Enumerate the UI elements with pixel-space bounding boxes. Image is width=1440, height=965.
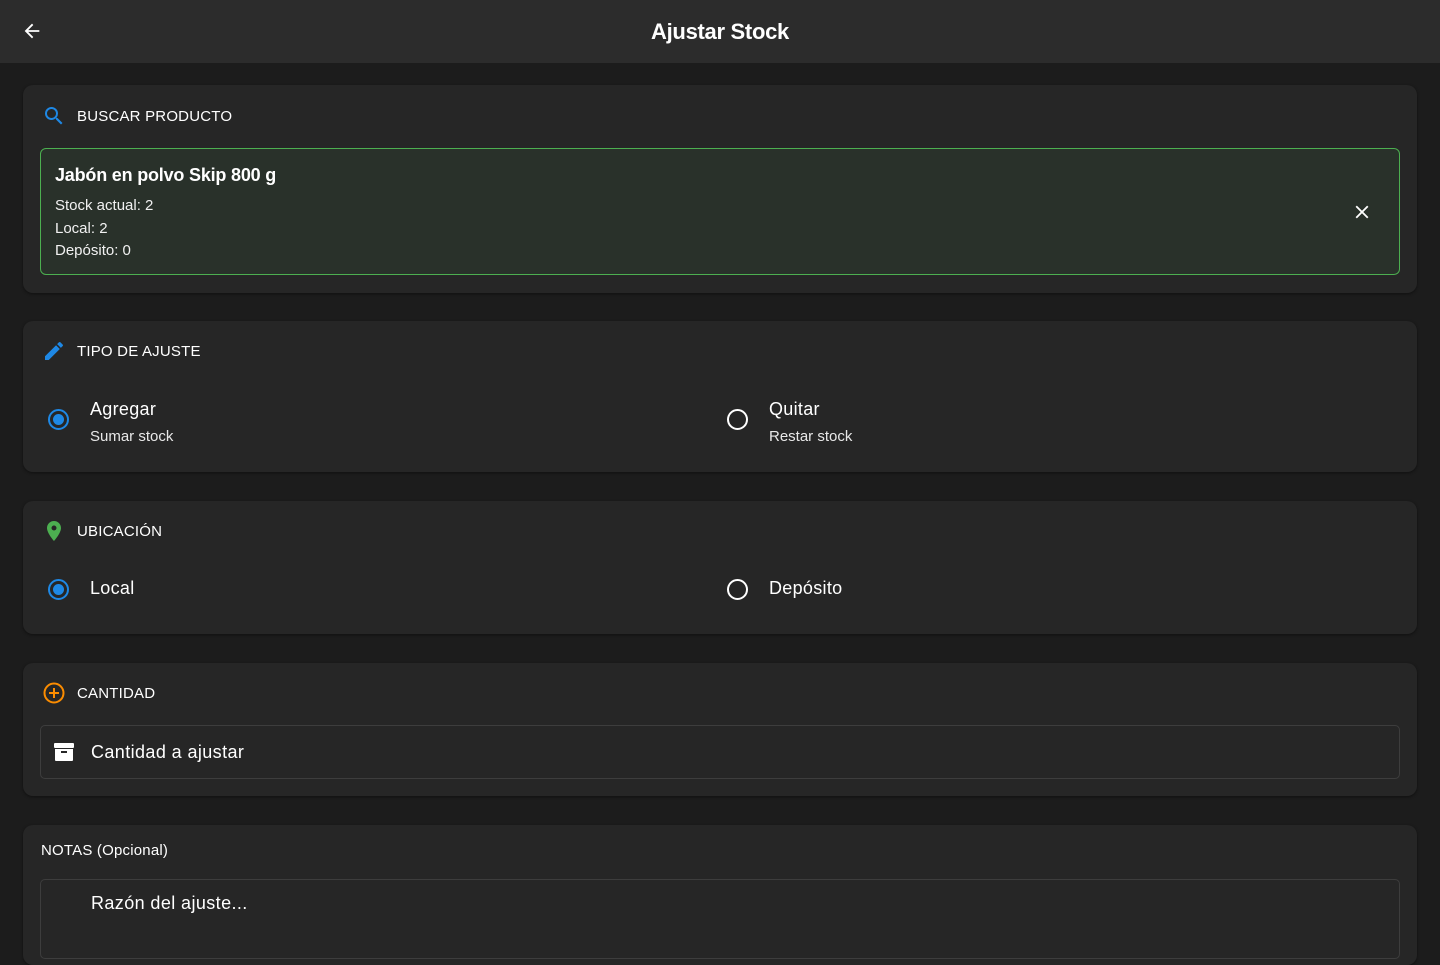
radio-deposito-label: Depósito — [769, 578, 843, 598]
search-icon — [41, 103, 67, 129]
search-section-title: BUSCAR PRODUCTO — [77, 107, 233, 125]
quantity-header: CANTIDAD — [41, 680, 155, 706]
back-button[interactable] — [16, 15, 48, 47]
radio-agregar-indicator[interactable] — [48, 409, 69, 430]
location-title: UBICACIÓN — [77, 522, 163, 540]
notes-header: NOTAS (Opcional) — [41, 842, 168, 859]
radio-agregar[interactable]: Agregar Sumar stock — [48, 399, 173, 445]
radio-quitar-indicator[interactable] — [727, 409, 748, 430]
radio-quitar-sublabel: Restar stock — [769, 428, 853, 445]
notes-input-box[interactable] — [40, 879, 1400, 959]
adjustment-type-card: TIPO DE AJUSTE Agregar Sumar stock Quita… — [23, 321, 1417, 472]
pencil-icon — [41, 338, 67, 364]
notes-input[interactable] — [91, 893, 1291, 914]
product-name: Jabón en polvo Skip 800 g — [55, 165, 277, 185]
search-section-header: BUSCAR PRODUCTO — [41, 103, 232, 129]
arrow-left-icon — [24, 23, 40, 39]
notes-card: NOTAS (Opcional) — [23, 825, 1417, 965]
quantity-input-box[interactable] — [40, 725, 1400, 779]
quantity-title: CANTIDAD — [77, 684, 156, 702]
search-product-card: BUSCAR PRODUCTO Jabón en polvo Skip 800 … — [23, 85, 1417, 293]
radio-local-label: Local — [90, 578, 135, 598]
radio-quitar[interactable]: Quitar Restar stock — [727, 399, 852, 445]
radio-agregar-label: Agregar — [90, 399, 157, 419]
location-card: UBICACIÓN Local Depósito — [23, 501, 1417, 634]
app-bar: Ajustar Stock — [0, 0, 1440, 63]
add-circle-icon — [41, 680, 67, 706]
radio-quitar-label: Quitar — [769, 399, 820, 419]
quantity-card: CANTIDAD — [23, 663, 1417, 796]
adjustment-type-header: TIPO DE AJUSTE — [41, 338, 201, 364]
radio-local-indicator[interactable] — [48, 579, 69, 600]
radio-local[interactable]: Local — [48, 578, 135, 600]
radio-agregar-sublabel: Sumar stock — [90, 428, 174, 445]
notes-title: NOTAS (Opcional) — [41, 842, 169, 859]
page-title: Ajustar Stock — [651, 18, 789, 44]
product-stock-total: Stock actual: 2 — [55, 197, 154, 214]
adjustment-type-title: TIPO DE AJUSTE — [77, 342, 201, 360]
clear-product-button[interactable] — [1349, 199, 1375, 225]
selected-product-card: Jabón en polvo Skip 800 g Stock actual: … — [40, 148, 1400, 275]
location-pin-icon — [41, 518, 67, 544]
radio-deposito-indicator[interactable] — [727, 579, 748, 600]
location-header: UBICACIÓN — [41, 518, 162, 544]
archive-box-icon — [52, 740, 76, 764]
product-stock-local: Local: 2 — [55, 220, 108, 237]
radio-deposito[interactable]: Depósito — [727, 578, 843, 600]
quantity-input[interactable] — [91, 741, 1291, 763]
product-stock-deposito: Depósito: 0 — [55, 242, 131, 259]
close-icon — [1355, 205, 1369, 219]
